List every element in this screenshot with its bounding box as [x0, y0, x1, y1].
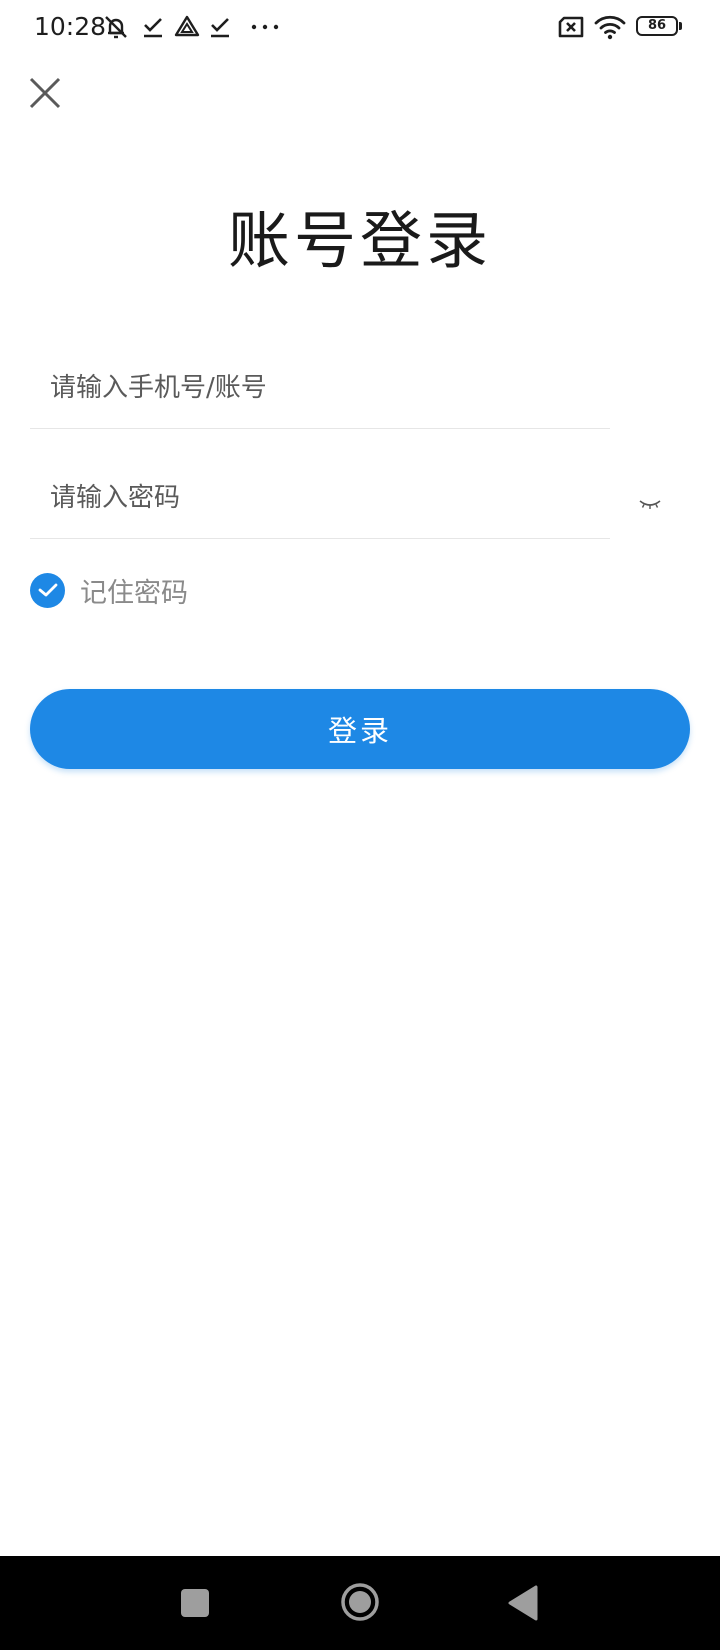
back-icon[interactable] — [506, 1584, 540, 1622]
home-icon[interactable] — [340, 1582, 380, 1622]
account-input[interactable] — [50, 358, 570, 418]
password-field — [30, 458, 610, 539]
recent-apps-icon[interactable] — [181, 1589, 209, 1617]
login-button[interactable]: 登录 — [30, 689, 690, 769]
download-done-icon — [141, 13, 165, 41]
remember-password-checkbox[interactable] — [30, 572, 65, 608]
close-icon — [29, 77, 61, 109]
eye-closed-icon — [639, 500, 661, 509]
status-bar: 10:28 86 — [0, 0, 720, 56]
sim-x-icon — [556, 13, 586, 41]
battery-level: 86 — [647, 18, 667, 33]
navigation-bar — [0, 1556, 720, 1650]
battery-icon: 86 — [636, 16, 682, 36]
status-time: 10:28 — [34, 12, 107, 41]
drive-icon — [174, 13, 200, 41]
page-title: 账号登录 — [227, 204, 492, 277]
account-field — [30, 348, 610, 429]
bell-off-icon — [102, 13, 130, 41]
close-button[interactable] — [26, 74, 64, 112]
remember-password-option[interactable]: 记住密码 — [30, 572, 188, 609]
download-done-icon — [208, 13, 232, 41]
check-icon — [38, 583, 57, 597]
wifi-icon — [594, 13, 626, 41]
more-dots-icon — [250, 13, 280, 41]
password-input[interactable] — [50, 468, 570, 528]
password-visibility-toggle[interactable] — [638, 496, 662, 512]
remember-password-label: 记住密码 — [80, 577, 188, 609]
